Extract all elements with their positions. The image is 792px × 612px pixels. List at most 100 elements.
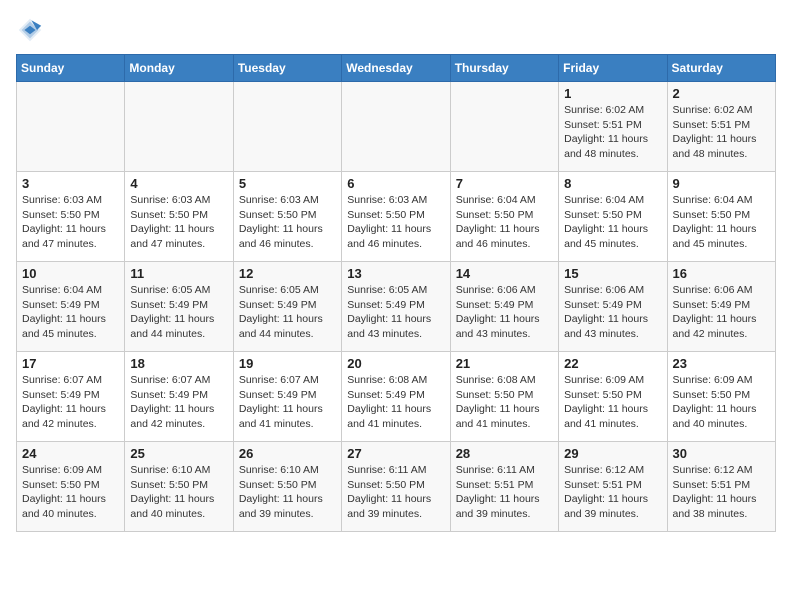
calendar-cell: 13Sunrise: 6:05 AM Sunset: 5:49 PM Dayli… [342, 262, 450, 352]
calendar-week-row: 24 Sunrise: 6:09 AM Sunset: 5:50 PM Dayli… [17, 442, 776, 532]
calendar-cell: 23 Sunrise: 6:09 AM Sunset: 5:50 PM Dayli… [667, 352, 775, 442]
calendar-cell: 12 Sunrise: 6:05 AM Sunset: 5:49 PM Dayli… [233, 262, 341, 352]
day-info: Sunrise: 6:08 AM Sunset: 5:50 PM Dayligh… [456, 373, 553, 432]
calendar-cell: 9 Sunrise: 6:04 AM Sunset: 5:50 PM Daylig… [667, 172, 775, 262]
day-info: Sunrise: 6:11 AM Sunset: 5:51 PM Dayligh… [456, 463, 553, 522]
day-info: Sunrise: 6:06 AM Sunset: 5:49 PM Dayligh… [564, 283, 661, 342]
calendar-cell: 4 Sunrise: 6:03 AM Sunset: 5:50 PM Daylig… [125, 172, 233, 262]
calendar-cell: 21 Sunrise: 6:08 AM Sunset: 5:50 PM Dayli… [450, 352, 558, 442]
calendar-cell: 3 Sunrise: 6:03 AM Sunset: 5:50 PM Daylig… [17, 172, 125, 262]
day-info: Sunrise: 6:10 AM Sunset: 5:50 PM Dayligh… [130, 463, 227, 522]
calendar-cell: 24 Sunrise: 6:09 AM Sunset: 5:50 PM Dayli… [17, 442, 125, 532]
calendar-cell: 25 Sunrise: 6:10 AM Sunset: 5:50 PM Dayli… [125, 442, 233, 532]
calendar-cell: 27 Sunrise: 6:11 AM Sunset: 5:50 PM Dayli… [342, 442, 450, 532]
calendar-cell: 11 Sunrise: 6:05 AM Sunset: 5:49 PM Dayli… [125, 262, 233, 352]
day-info: Sunrise: 6:07 AM Sunset: 5:49 PM Dayligh… [22, 373, 119, 432]
calendar-cell [233, 82, 341, 172]
logo-icon [16, 16, 44, 44]
day-number: 8 [564, 176, 661, 191]
day-number: 11 [130, 266, 227, 281]
day-number: 1 [564, 86, 661, 101]
calendar-week-row: 1 Sunrise: 6:02 AM Sunset: 5:51 PM Daylig… [17, 82, 776, 172]
calendar-cell: 6 Sunrise: 6:03 AM Sunset: 5:50 PM Daylig… [342, 172, 450, 262]
calendar-cell: 5 Sunrise: 6:03 AM Sunset: 5:50 PM Daylig… [233, 172, 341, 262]
calendar-cell: 19Sunrise: 6:07 AM Sunset: 5:49 PM Dayli… [233, 352, 341, 442]
day-number: 21 [456, 356, 553, 371]
calendar-cell: 16 Sunrise: 6:06 AM Sunset: 5:49 PM Dayli… [667, 262, 775, 352]
calendar-cell: 28 Sunrise: 6:11 AM Sunset: 5:51 PM Dayli… [450, 442, 558, 532]
day-number: 27 [347, 446, 444, 461]
day-info: Sunrise: 6:12 AM Sunset: 5:51 PM Dayligh… [673, 463, 770, 522]
calendar-table: SundayMondayTuesdayWednesdayThursdayFrid… [16, 54, 776, 532]
day-number: 6 [347, 176, 444, 191]
day-info: Sunrise: 6:08 AM Sunset: 5:49 PM Dayligh… [347, 373, 444, 432]
day-info: Sunrise: 6:05 AM Sunset: 5:49 PM Dayligh… [130, 283, 227, 342]
day-number: 3 [22, 176, 119, 191]
day-number: 30 [673, 446, 770, 461]
day-number: 15 [564, 266, 661, 281]
day-info: Sunrise: 6:04 AM Sunset: 5:50 PM Dayligh… [456, 193, 553, 252]
calendar-cell: 1 Sunrise: 6:02 AM Sunset: 5:51 PM Daylig… [559, 82, 667, 172]
day-header-sunday: Sunday [17, 55, 125, 82]
day-info: Sunrise: 6:04 AM Sunset: 5:50 PM Dayligh… [673, 193, 770, 252]
day-info: Sunrise: 6:07 AM Sunset: 5:49 PM Dayligh… [130, 373, 227, 432]
day-header-thursday: Thursday [450, 55, 558, 82]
calendar-week-row: 17 Sunrise: 6:07 AM Sunset: 5:49 PM Dayli… [17, 352, 776, 442]
calendar-cell: 17 Sunrise: 6:07 AM Sunset: 5:49 PM Dayli… [17, 352, 125, 442]
day-number: 9 [673, 176, 770, 191]
day-number: 26 [239, 446, 336, 461]
day-info: Sunrise: 6:03 AM Sunset: 5:50 PM Dayligh… [239, 193, 336, 252]
calendar-cell: 14Sunrise: 6:06 AM Sunset: 5:49 PM Dayli… [450, 262, 558, 352]
day-info: Sunrise: 6:03 AM Sunset: 5:50 PM Dayligh… [22, 193, 119, 252]
day-number: 23 [673, 356, 770, 371]
day-number: 17 [22, 356, 119, 371]
calendar-cell [450, 82, 558, 172]
calendar-cell: 7 Sunrise: 6:04 AM Sunset: 5:50 PM Daylig… [450, 172, 558, 262]
day-number: 12 [239, 266, 336, 281]
day-number: 22 [564, 356, 661, 371]
day-info: Sunrise: 6:03 AM Sunset: 5:50 PM Dayligh… [130, 193, 227, 252]
day-info: Sunrise: 6:12 AM Sunset: 5:51 PM Dayligh… [564, 463, 661, 522]
calendar-cell: 18 Sunrise: 6:07 AM Sunset: 5:49 PM Dayli… [125, 352, 233, 442]
day-number: 19 [239, 356, 336, 371]
day-number: 28 [456, 446, 553, 461]
day-info: Sunrise: 6:09 AM Sunset: 5:50 PM Dayligh… [673, 373, 770, 432]
day-header-tuesday: Tuesday [233, 55, 341, 82]
day-header-friday: Friday [559, 55, 667, 82]
calendar-cell: 29 Sunrise: 6:12 AM Sunset: 5:51 PM Dayli… [559, 442, 667, 532]
calendar-cell: 20 Sunrise: 6:08 AM Sunset: 5:49 PM Dayli… [342, 352, 450, 442]
day-number: 24 [22, 446, 119, 461]
day-number: 7 [456, 176, 553, 191]
day-number: 4 [130, 176, 227, 191]
day-info: Sunrise: 6:09 AM Sunset: 5:50 PM Dayligh… [22, 463, 119, 522]
calendar-cell: 8Sunrise: 6:04 AM Sunset: 5:50 PM Daylig… [559, 172, 667, 262]
day-number: 14 [456, 266, 553, 281]
day-header-monday: Monday [125, 55, 233, 82]
day-info: Sunrise: 6:02 AM Sunset: 5:51 PM Dayligh… [564, 103, 661, 162]
day-header-saturday: Saturday [667, 55, 775, 82]
calendar-cell: 26Sunrise: 6:10 AM Sunset: 5:50 PM Dayli… [233, 442, 341, 532]
day-number: 18 [130, 356, 227, 371]
day-number: 5 [239, 176, 336, 191]
calendar-cell: 22Sunrise: 6:09 AM Sunset: 5:50 PM Dayli… [559, 352, 667, 442]
day-header-wednesday: Wednesday [342, 55, 450, 82]
day-info: Sunrise: 6:11 AM Sunset: 5:50 PM Dayligh… [347, 463, 444, 522]
day-number: 20 [347, 356, 444, 371]
calendar-cell [125, 82, 233, 172]
calendar-cell [342, 82, 450, 172]
page-header [16, 16, 776, 44]
calendar-cell: 15 Sunrise: 6:06 AM Sunset: 5:49 PM Dayli… [559, 262, 667, 352]
day-number: 16 [673, 266, 770, 281]
calendar-week-row: 3 Sunrise: 6:03 AM Sunset: 5:50 PM Daylig… [17, 172, 776, 262]
day-number: 10 [22, 266, 119, 281]
calendar-cell: 30 Sunrise: 6:12 AM Sunset: 5:51 PM Dayli… [667, 442, 775, 532]
day-number: 2 [673, 86, 770, 101]
calendar-cell: 10 Sunrise: 6:04 AM Sunset: 5:49 PM Dayli… [17, 262, 125, 352]
day-number: 25 [130, 446, 227, 461]
day-info: Sunrise: 6:03 AM Sunset: 5:50 PM Dayligh… [347, 193, 444, 252]
day-info: Sunrise: 6:04 AM Sunset: 5:49 PM Dayligh… [22, 283, 119, 342]
day-number: 29 [564, 446, 661, 461]
day-info: Sunrise: 6:05 AM Sunset: 5:49 PM Dayligh… [239, 283, 336, 342]
day-info: Sunrise: 6:06 AM Sunset: 5:49 PM Dayligh… [673, 283, 770, 342]
calendar-cell: 2Sunrise: 6:02 AM Sunset: 5:51 PM Daylig… [667, 82, 775, 172]
